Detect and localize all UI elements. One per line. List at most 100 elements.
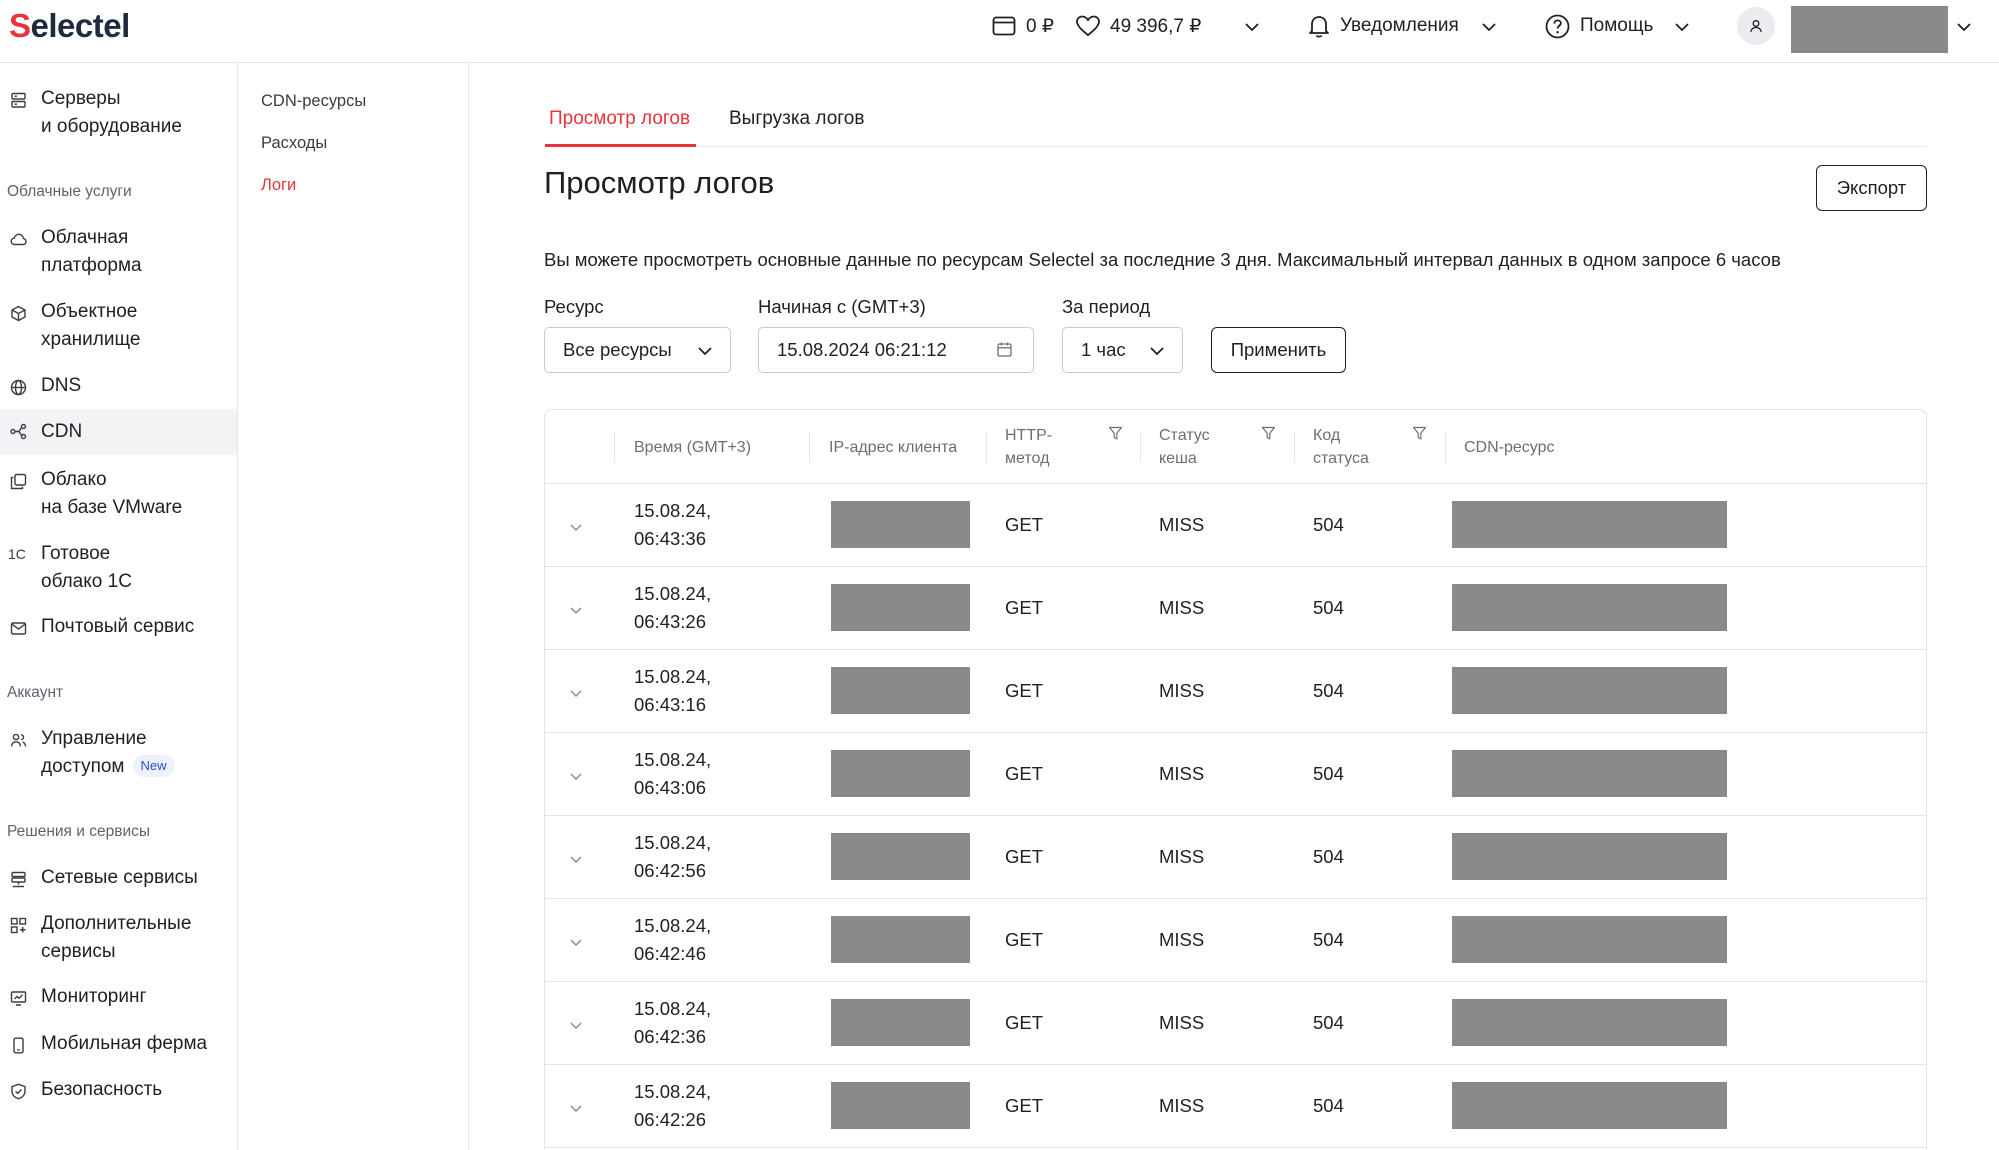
cell-cache-status: MISS <box>1159 929 1205 950</box>
logs-tabs: Просмотр логов Выгрузка логов <box>545 100 1927 147</box>
filter-icon[interactable] <box>1412 426 1427 441</box>
column-separator <box>1445 432 1446 462</box>
cell-status-code: 504 <box>1313 846 1344 867</box>
tab-view-logs[interactable]: Просмотр логов <box>545 100 696 147</box>
subnav-item-cdn-resources[interactable]: CDN-ресурсы <box>261 92 366 111</box>
phone-icon <box>10 1037 27 1054</box>
column-header-cache: Статус кеша <box>1159 427 1210 467</box>
help-menu[interactable]: Помощь <box>1545 0 1653 52</box>
notifications-label: Уведомления <box>1340 15 1459 36</box>
cell-cdn-resource-redacted <box>1452 667 1727 714</box>
help-label: Помощь <box>1580 15 1654 36</box>
cell-cache-status: MISS <box>1159 763 1205 784</box>
expand-chevron-icon[interactable] <box>567 933 585 951</box>
sidebar-item-label: Мобильная ферма <box>41 1033 208 1054</box>
sidebar-item-dns[interactable]: DNS <box>0 372 237 407</box>
cell-time: 15.08.24, 06:43:26 <box>634 583 712 632</box>
table-header: Время (GMT+3) IP-адрес клиента HTTP- мет… <box>545 410 1926 484</box>
notifications-menu[interactable]: Уведомления <box>1308 0 1459 52</box>
cell-method: GET <box>1005 929 1044 950</box>
expand-chevron-icon[interactable] <box>567 1099 585 1117</box>
sidebar-item-security[interactable]: Безопасность <box>0 1076 237 1111</box>
balance-main[interactable]: 0 ₽ <box>992 0 1054 52</box>
cell-method: GET <box>1005 846 1044 867</box>
filter-icon[interactable] <box>1108 426 1123 441</box>
help-chevron-down-icon[interactable] <box>1673 18 1691 36</box>
sidebar-item-label: DNS <box>41 375 82 396</box>
export-button[interactable]: Экспорт <box>1816 165 1927 211</box>
apply-button[interactable]: Применить <box>1211 327 1346 373</box>
tab-export-logs[interactable]: Выгрузка логов <box>729 100 864 147</box>
cell-cache-status: MISS <box>1159 846 1205 867</box>
table-row[interactable]: 15.08.24, 06:42:56 GET MISS 504 <box>545 816 1926 899</box>
expand-chevron-icon[interactable] <box>567 684 585 702</box>
start-datetime-value: 15.08.2024 06:21:12 <box>777 339 947 360</box>
sidebar-item-cloud-1c[interactable]: 1С Готовое облако 1С <box>0 540 237 596</box>
table-row[interactable]: 15.08.24, 06:42:46 GET MISS 504 <box>545 899 1926 982</box>
column-separator <box>1140 432 1141 462</box>
notifications-chevron-down-icon[interactable] <box>1480 18 1498 36</box>
period-select[interactable]: 1 час <box>1062 327 1183 373</box>
cell-status-code: 504 <box>1313 680 1344 701</box>
account-name-redacted[interactable] <box>1791 6 1948 53</box>
cell-ip-redacted <box>831 501 970 548</box>
expand-chevron-icon[interactable] <box>567 601 585 619</box>
selectel-logo[interactable]: Selectel <box>9 6 130 46</box>
table-row[interactable]: 15.08.24, 06:43:06 GET MISS 504 <box>545 733 1926 816</box>
cell-time: 15.08.24, 06:42:36 <box>634 998 712 1047</box>
cell-cache-status: MISS <box>1159 514 1205 535</box>
sidebar-item-additional[interactable]: Дополнительные сервисы <box>0 910 237 966</box>
sidebar-item-label: Управление доступом <box>41 728 147 777</box>
table-row[interactable]: 15.08.24, 06:42:26 GET MISS 504 <box>545 1065 1926 1148</box>
calendar-icon[interactable] <box>996 341 1013 358</box>
sidebar-item-mail[interactable]: Почтовый сервис <box>0 613 237 648</box>
expand-chevron-icon[interactable] <box>567 850 585 868</box>
sidebar-item-vmware[interactable]: Облако на базе VMware <box>0 466 237 522</box>
subnav-item-expenses[interactable]: Расходы <box>261 134 327 153</box>
page-description: Вы можете просмотреть основные данные по… <box>544 249 1781 270</box>
column-separator <box>809 432 810 462</box>
sidebar-item-label: Облако на базе VMware <box>41 469 183 518</box>
account-chevron-down-icon[interactable] <box>1955 18 1973 36</box>
sidebar-item-mobile-farm[interactable]: Мобильная ферма <box>0 1030 237 1065</box>
expand-chevron-icon[interactable] <box>567 518 585 536</box>
sidebar-item-access[interactable]: Управление доступом New <box>0 725 237 781</box>
start-datetime-input[interactable]: 15.08.2024 06:21:12 <box>758 327 1034 373</box>
resource-label: Ресурс <box>544 296 604 317</box>
table-row[interactable]: 15.08.24, 06:42:36 GET MISS 504 <box>545 982 1926 1065</box>
resource-select[interactable]: Все ресурсы <box>544 327 731 373</box>
chevron-down-icon <box>1148 342 1166 360</box>
sidebar-item-label: Серверы и оборудование <box>41 88 182 137</box>
cell-ip-redacted <box>831 916 970 963</box>
avatar[interactable] <box>1737 7 1775 45</box>
balance-bonus[interactable]: 49 396,7 ₽ <box>1076 0 1201 52</box>
expand-chevron-icon[interactable] <box>567 767 585 785</box>
mail-icon <box>10 620 27 637</box>
cloud-icon <box>10 231 27 248</box>
server-icon <box>10 92 27 109</box>
main-sidebar: Серверы и оборудование Облачные услуги О… <box>0 63 238 1150</box>
column-separator <box>986 432 987 462</box>
subnav-item-logs[interactable]: Логи <box>261 176 296 195</box>
filter-icon[interactable] <box>1261 426 1276 441</box>
sidebar-item-network[interactable]: Сетевые сервисы <box>0 864 237 899</box>
column-header-code: Код статуса <box>1313 427 1369 467</box>
cell-ip-redacted <box>831 667 970 714</box>
table-row[interactable]: 15.08.24, 06:43:16 GET MISS 504 <box>545 650 1926 733</box>
cell-cdn-resource-redacted <box>1452 1082 1727 1129</box>
cell-cache-status: MISS <box>1159 680 1205 701</box>
balance-main-value: 0 ₽ <box>1026 15 1054 37</box>
table-row[interactable]: 15.08.24, 06:43:36 GET MISS 504 <box>545 484 1926 567</box>
balance-chevron-down-icon[interactable] <box>1243 18 1261 36</box>
cell-cdn-resource-redacted <box>1452 999 1727 1046</box>
cell-status-code: 504 <box>1313 929 1344 950</box>
table-row[interactable]: 15.08.24, 06:43:26 GET MISS 504 <box>545 567 1926 650</box>
sidebar-item-cloud-platform[interactable]: Облачная платформа <box>0 224 237 280</box>
sidebar-item-object-storage[interactable]: Объектное хранилище <box>0 298 237 354</box>
sidebar-item-servers[interactable]: Серверы и оборудование <box>0 85 237 141</box>
sidebar-item-monitoring[interactable]: Мониторинг <box>0 983 237 1018</box>
sidebar-item-cdn[interactable]: CDN <box>0 409 237 455</box>
column-header-time: Время (GMT+3) <box>634 439 752 456</box>
cdn-subnav: CDN-ресурсы Расходы Логи <box>238 63 469 1150</box>
expand-chevron-icon[interactable] <box>567 1016 585 1034</box>
